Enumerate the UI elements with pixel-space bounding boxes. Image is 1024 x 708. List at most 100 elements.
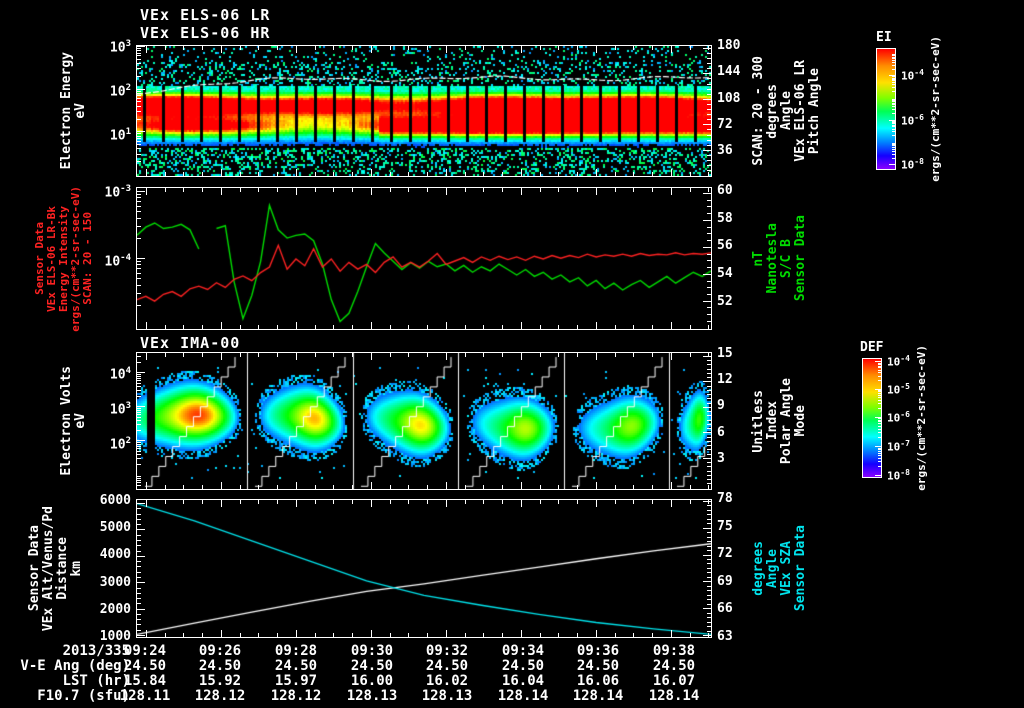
axis-tick — [707, 94, 711, 95]
axis-tick — [137, 111, 141, 112]
y-axis-tick-label: 103 — [109, 401, 131, 418]
axis-tick — [315, 500, 316, 504]
axis-tick — [483, 500, 484, 504]
axis-tick — [483, 353, 484, 357]
colorbar-tick — [878, 400, 881, 401]
axis-tick — [707, 63, 711, 64]
axis-tick — [703, 193, 711, 194]
axis-tick — [408, 188, 409, 192]
axis-tick — [296, 169, 297, 176]
colorbar-tick — [892, 84, 895, 85]
colorbar-tick — [878, 421, 881, 422]
axis-tick — [165, 500, 166, 504]
axis-tick — [137, 131, 145, 132]
axis-tick — [707, 68, 711, 69]
y-axis-tick-label: 66 — [717, 601, 733, 617]
axis-tick — [137, 464, 141, 465]
axis-tick — [137, 46, 145, 47]
y-axis-tick-label: 5000 — [99, 520, 131, 536]
colorbar-tick — [878, 403, 881, 404]
axis-tick — [690, 353, 691, 357]
colorbar-tick — [878, 370, 881, 371]
axis-tick — [502, 172, 503, 176]
axis-tick — [521, 630, 522, 637]
y-axis-tick-label: 52 — [717, 293, 733, 309]
y-axis-tick-label: 2000 — [99, 601, 131, 617]
axis-tick — [296, 46, 297, 53]
axis-tick — [137, 144, 141, 145]
colorbar-tick — [892, 80, 895, 81]
axis-tick — [315, 172, 316, 176]
axis-tick — [408, 353, 409, 357]
axis-tick — [333, 188, 334, 192]
axis-tick — [137, 91, 141, 92]
table-cell: 128.13 — [421, 688, 473, 704]
y-axis-tick-label: 58 — [717, 210, 733, 226]
axis-tick — [465, 353, 466, 357]
axis-tick — [137, 133, 141, 134]
axis-tick — [137, 136, 141, 137]
table-cell: 16.07 — [652, 673, 696, 689]
axis-tick — [521, 322, 522, 329]
axis-tick — [258, 325, 259, 329]
axis-tick — [446, 353, 447, 360]
axis-tick — [258, 46, 259, 50]
axis-tick — [221, 630, 222, 637]
axis-label-line: SCAN: 20 - 300 — [751, 56, 766, 166]
axis-tick — [633, 188, 634, 192]
y-axis-tick-label: 180 — [717, 37, 741, 53]
table-cell: 128.14 — [497, 688, 549, 704]
axis-tick — [258, 633, 259, 637]
colorbar-tick — [892, 135, 895, 136]
axis-tick — [390, 500, 391, 504]
colorbar-tick — [892, 57, 895, 58]
colorbar-tick-label: 10-4 — [887, 354, 910, 370]
axis-tick — [615, 485, 616, 489]
axis-tick — [707, 590, 711, 591]
axis-tick — [333, 353, 334, 357]
axis-tick — [146, 500, 147, 507]
colorbar-tick — [878, 393, 881, 394]
axis-label-line: Polar Angle — [779, 377, 794, 465]
axis-tick — [596, 482, 597, 489]
axis-tick — [137, 197, 141, 198]
axis-tick — [671, 322, 672, 329]
axis-tick — [596, 46, 597, 53]
axis-label-line: Electron Volts — [59, 366, 74, 476]
axis-tick — [408, 325, 409, 329]
colorbar-tick — [892, 158, 895, 159]
axis-tick — [137, 598, 141, 599]
axis-tick — [137, 50, 141, 51]
axis-tick — [707, 510, 711, 511]
axis-tick — [333, 172, 334, 176]
axis-tick — [703, 501, 711, 502]
axis-tick — [652, 46, 653, 50]
y-axis-tick-label: 36 — [717, 143, 733, 159]
axis-tick — [707, 200, 711, 201]
axis-tick — [137, 258, 145, 259]
axis-tick — [296, 482, 297, 489]
y-axis-tick-label: 6000 — [99, 493, 131, 509]
y-axis-tick-label: 60 — [717, 183, 733, 198]
table-cell: 24.50 — [576, 658, 620, 674]
colorbar-tick — [892, 55, 895, 56]
axis-tick — [137, 614, 141, 615]
axis-tick — [615, 46, 616, 50]
axis-tick — [202, 485, 203, 489]
axis-tick — [707, 213, 711, 214]
axis-tick — [708, 485, 709, 489]
y-axis-tick-label: 10-3 — [104, 184, 132, 201]
axis-tick — [240, 353, 241, 357]
axis-tick — [671, 46, 672, 53]
axis-tick — [465, 46, 466, 50]
axis-tick — [137, 305, 141, 306]
axis-tick — [390, 353, 391, 357]
axis-tick — [707, 445, 711, 446]
axis-tick — [137, 482, 141, 483]
axis-tick — [633, 172, 634, 176]
axis-tick — [465, 485, 466, 489]
axis-tick — [427, 46, 428, 50]
axis-tick — [137, 577, 141, 578]
axis-tick — [371, 353, 372, 360]
y-axis-tick-label: 12 — [717, 372, 733, 388]
